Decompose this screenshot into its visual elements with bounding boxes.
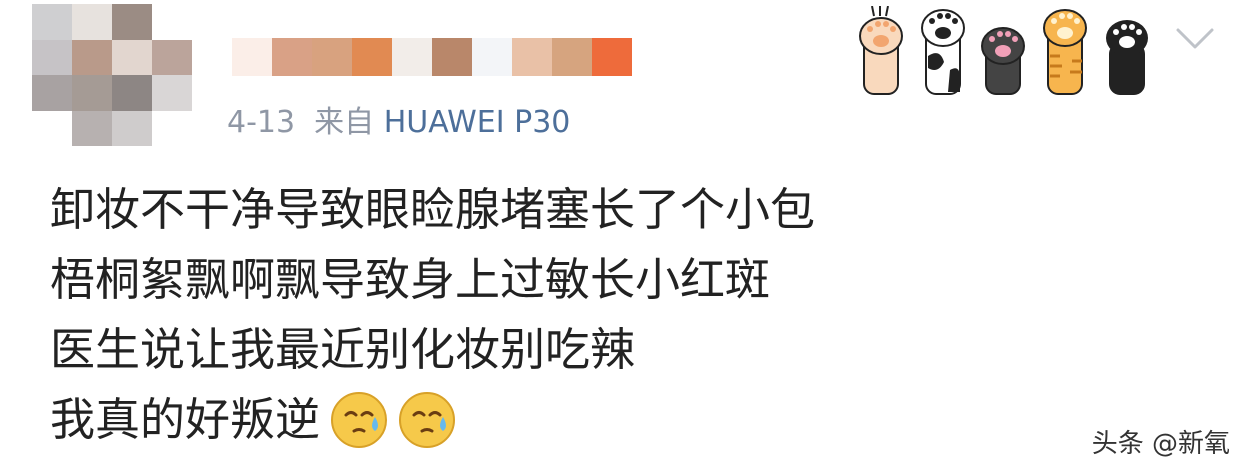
sweat-face-emoji	[330, 391, 388, 449]
post-content: 卸妆不干净导致眼睑腺堵塞长了个小包 梧桐絮飘啊飘导致身上过敏长小红斑 医生说让我…	[50, 175, 815, 455]
post-meta: 4-13 来自 HUAWEI P30	[227, 103, 570, 143]
paw-tabby-icon	[1043, 9, 1087, 95]
source-device-link[interactable]: HUAWEI P30	[384, 105, 571, 140]
watermark: 头条 @新氧	[1091, 429, 1230, 459]
source-prefix: 来自	[314, 105, 375, 140]
content-line-4: 我真的好叛逆	[50, 385, 815, 455]
cat-paw-sticker	[858, 5, 1158, 96]
paw-cow-icon	[921, 9, 965, 95]
paw-orange-icon	[859, 5, 903, 95]
paw-black-white-icon	[1106, 20, 1148, 95]
content-line-4-text: 我真的好叛逆	[50, 393, 321, 446]
content-line-1: 卸妆不干净导致眼睑腺堵塞长了个小包	[50, 183, 816, 236]
username[interactable]	[232, 38, 632, 76]
avatar[interactable]	[32, 4, 192, 146]
sweat-face-emoji-2	[398, 391, 456, 449]
chevron-down-icon[interactable]	[1172, 22, 1218, 56]
post-date: 4-13	[227, 105, 296, 140]
content-line-2: 梧桐絮飘啊飘导致身上过敏长小红斑	[50, 253, 771, 306]
content-line-3: 医生说让我最近别化妆别吃辣	[50, 323, 636, 376]
paw-black-icon	[981, 27, 1025, 95]
